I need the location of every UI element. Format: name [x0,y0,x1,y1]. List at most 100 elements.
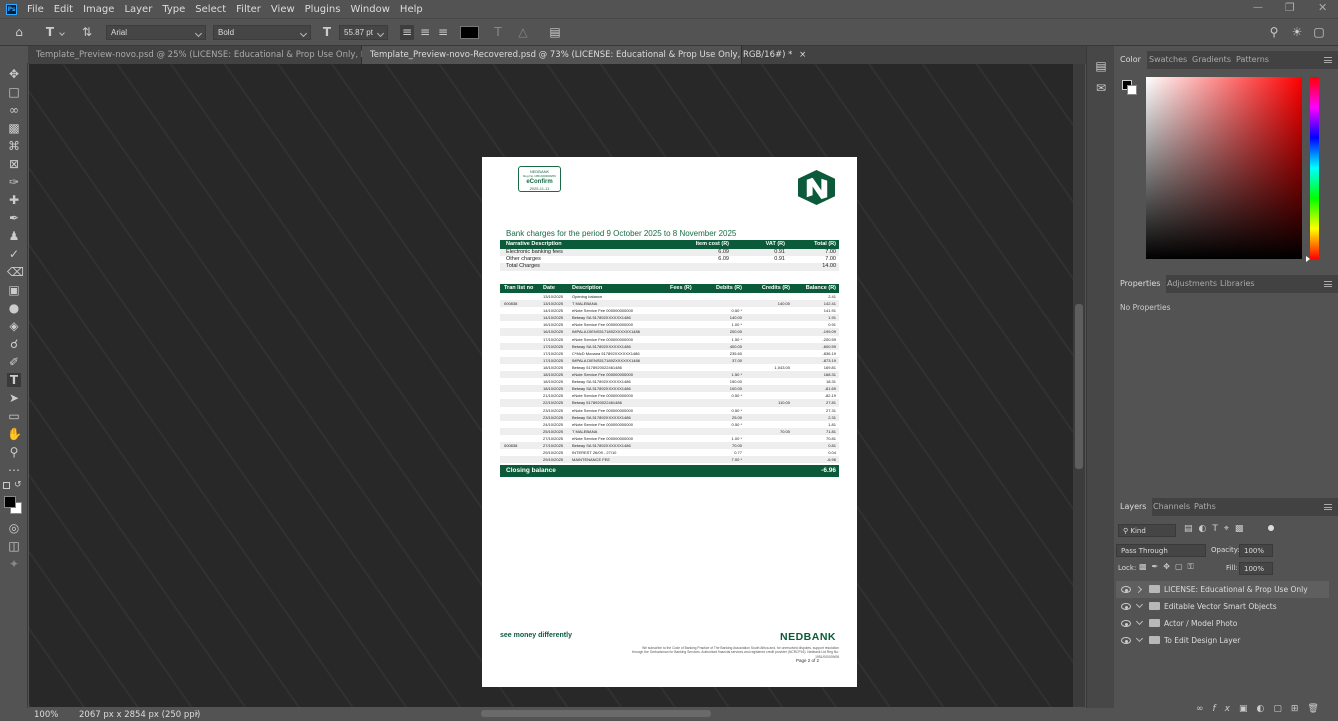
blur-tool-icon[interactable]: ● [7,301,21,315]
visibility-icon[interactable] [1121,586,1131,593]
filter-kind-select[interactable]: ⚲ Kind [1118,524,1176,537]
menu-filter[interactable]: Filter [231,4,266,15]
search-icon[interactable]: ⚲ [1267,26,1281,38]
vertical-scrollbar[interactable] [1073,64,1085,707]
eraser-tool-icon[interactable]: ⌫ [7,265,24,279]
zoom-tool-icon[interactable]: ⚲ [7,445,21,459]
generative-icon[interactable]: ✦ [7,557,21,571]
workspace-icon[interactable]: ▢ [1312,26,1326,38]
warp-text-icon[interactable]: T [491,26,505,38]
path-selection-tool-icon[interactable]: ➤ [7,391,21,405]
font-family-select[interactable]: Arial [106,25,206,40]
hue-slider-handle[interactable] [1306,256,1310,262]
character-panel-icon[interactable]: ▤ [548,26,562,38]
font-style-select[interactable]: Bold [213,25,311,40]
menu-image[interactable]: Image [78,4,119,15]
pen-tool-icon[interactable]: ✐ [7,355,21,369]
screen-mode-icon[interactable]: ◫ [7,539,21,553]
align-center-icon[interactable]: ≡ [418,26,432,38]
horizontal-scroll-thumb[interactable] [481,710,711,717]
object-selection-tool-icon[interactable]: ▩ [7,121,21,135]
hand-tool-icon[interactable]: ✋ [7,427,22,441]
menu-plugins[interactable]: Plugins [300,4,346,15]
tab-paths[interactable]: Paths [1188,498,1222,516]
discover-icon[interactable]: ☀ [1290,26,1304,38]
zoom-level[interactable]: 100% [34,710,58,720]
menu-select[interactable]: Select [190,4,231,15]
layer-row[interactable]: Actor / Model Photo [1116,615,1329,632]
tab-color[interactable]: Color [1114,51,1147,69]
tab-template-preview[interactable]: Template_Preview-novo.psd @ 25% (LICENSE… [28,46,403,64]
chevron-down-icon[interactable] [1135,600,1144,609]
minimize-button[interactable]: — [1253,2,1263,13]
default-colors-icon[interactable] [3,482,10,489]
history-brush-tool-icon[interactable]: ✓ [7,247,21,261]
comments-icon[interactable]: ✉ [1094,82,1108,94]
chevron-down-icon[interactable] [59,30,65,36]
restore-button[interactable]: ❐ [1285,1,1295,14]
panel-menu-icon[interactable] [1324,281,1332,287]
hue-slider[interactable] [1310,77,1319,259]
color-bg-swatch[interactable] [1127,85,1137,95]
swap-colors-icon[interactable]: ↺ [14,480,22,490]
visibility-icon[interactable] [1121,620,1131,627]
tab-patterns[interactable]: Patterns [1230,51,1275,69]
lock-icons[interactable]: ▩✒✥▢⚿ [1139,562,1199,572]
close-window-button[interactable]: ✕ [1318,1,1327,14]
fill-field[interactable]: 100% [1239,562,1273,575]
lasso-tool-icon[interactable]: ∞ [7,103,21,117]
menu-window[interactable]: Window [345,4,394,15]
menu-file[interactable]: File [22,4,49,15]
layer-row[interactable]: Editable Vector Smart Objects [1116,598,1329,615]
home-icon[interactable]: ⌂ [12,26,26,38]
tab-properties[interactable]: Properties [1114,275,1167,293]
tab-libraries[interactable]: Libraries [1214,275,1261,293]
crop-tool-icon[interactable]: ⌘ [7,139,21,153]
menu-layer[interactable]: Layer [119,4,157,15]
history-icon[interactable]: ▤ [1094,60,1108,72]
align-right-icon[interactable]: ≡ [436,26,450,38]
eyedropper-tool-icon[interactable]: ✑ [7,175,21,189]
3d-icon[interactable]: △ [516,26,530,38]
tab-template-recovered[interactable]: Template_Preview-novo-Recovered.psd @ 73… [362,46,806,64]
menu-type[interactable]: Type [157,4,190,15]
chevron-down-icon[interactable] [1135,634,1144,643]
healing-brush-tool-icon[interactable]: ✚ [7,193,21,207]
gradient-tool-icon[interactable]: ▣ [7,283,21,297]
blend-mode-select[interactable]: Pass Through [1116,544,1206,557]
visibility-icon[interactable] [1121,637,1131,644]
menu-view[interactable]: View [266,4,300,15]
layer-filter-icons[interactable]: ▤◐T⌖▩ [1184,524,1249,534]
font-size-field[interactable]: 55.87 pt [339,25,388,40]
text-orientation-icon[interactable]: ⇅ [80,26,94,38]
panel-menu-icon[interactable] [1324,57,1332,63]
dodge-tool-icon[interactable]: ◈ [7,319,21,333]
rectangle-tool-icon[interactable]: ▭ [7,409,21,423]
type-tool-icon[interactable]: T [7,373,21,387]
zoom-small-tool-icon[interactable]: ☌ [7,337,21,351]
foreground-color-swatch[interactable] [4,496,16,508]
panel-menu-icon[interactable] [1324,504,1332,510]
text-color-swatch[interactable] [460,26,479,39]
chevron-right-icon[interactable]: › [195,709,198,719]
frame-tool-icon[interactable]: ⊠ [7,157,21,171]
more-tools-icon[interactable]: ⋯ [7,463,21,477]
chevron-right-icon[interactable] [1134,585,1143,594]
opacity-field[interactable]: 100% [1239,544,1273,557]
quick-mask-icon[interactable]: ◎ [7,521,21,535]
vertical-scroll-thumb[interactable] [1075,304,1083,469]
layer-row[interactable]: LICENSE: Educational & Prop Use Only [1116,581,1329,598]
close-icon[interactable]: × [799,50,806,60]
move-tool-icon[interactable]: ✥ [7,67,21,81]
visibility-icon[interactable] [1121,603,1131,610]
clone-stamp-tool-icon[interactable]: ♟ [7,229,21,243]
layer-row[interactable]: To Edit Design Layer [1116,632,1329,649]
type-tool-preset-icon[interactable]: T [43,26,57,38]
menu-edit[interactable]: Edit [49,4,78,15]
marquee-tool-icon[interactable]: □ [7,85,21,99]
brush-tool-icon[interactable]: ✒ [7,211,21,225]
menu-help[interactable]: Help [395,4,428,15]
chevron-down-icon[interactable] [1135,617,1144,626]
layers-footer-buttons[interactable]: ∞fx▣◐▢⊞🗑 [1196,704,1328,714]
color-picker-field[interactable] [1146,77,1302,259]
